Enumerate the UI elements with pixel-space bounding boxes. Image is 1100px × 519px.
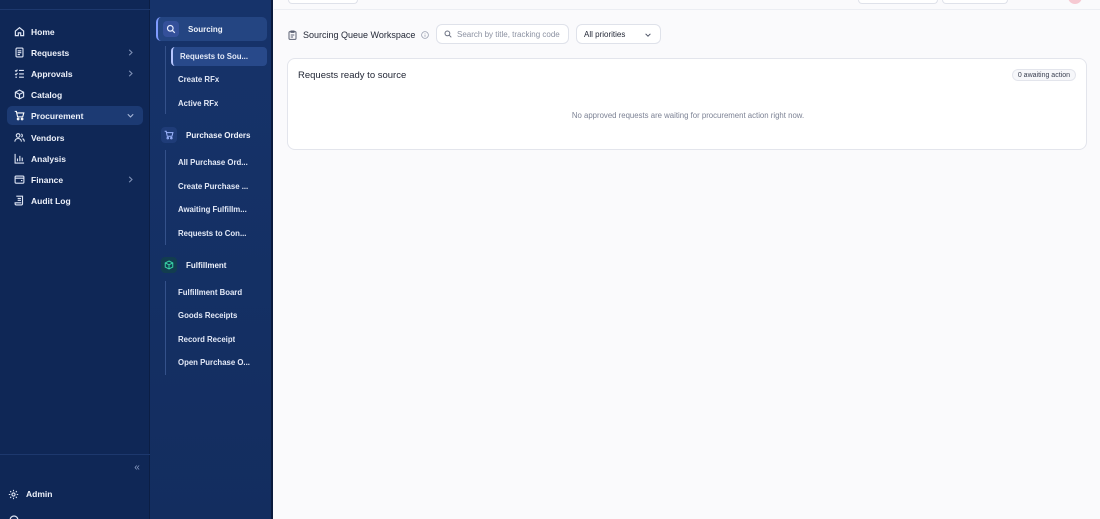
avatar[interactable] bbox=[1068, 0, 1082, 4]
package-icon bbox=[161, 257, 177, 273]
status-badge: 0 awaiting action bbox=[1011, 69, 1076, 81]
top-bar-divider bbox=[274, 9, 1100, 10]
section-purchase-orders[interactable]: Purchase Orders bbox=[156, 123, 267, 147]
sidebar-item-label: Finance bbox=[31, 174, 64, 185]
sourcing-rail bbox=[165, 46, 166, 114]
chevron-right-icon bbox=[128, 176, 133, 183]
sidebar-bottom-divider bbox=[0, 454, 150, 455]
sub-item-label: All Purchase Ord... bbox=[178, 158, 248, 167]
chevron-down-icon bbox=[645, 33, 651, 37]
section-fulfillment[interactable]: Fulfillment bbox=[156, 253, 267, 277]
card-title: Requests ready to source bbox=[298, 70, 407, 81]
sidebar-item-finance[interactable]: Finance bbox=[7, 170, 143, 189]
sidebar-item-approvals[interactable]: Approvals bbox=[7, 64, 143, 83]
sub-item-awaiting-fulfillment[interactable]: Awaiting Fulfillm... bbox=[171, 200, 267, 219]
sub-item-create-rfx[interactable]: Create RFx bbox=[171, 70, 267, 89]
search-input[interactable] bbox=[457, 29, 567, 39]
scroll-icon bbox=[13, 195, 25, 207]
sub-item-record-receipt[interactable]: Record Receipt bbox=[171, 330, 267, 349]
workspace-title: Sourcing Queue Workspace bbox=[288, 28, 430, 41]
sidebar-item-procurement[interactable]: Procurement bbox=[7, 106, 143, 125]
sub-item-open-purchase-orders[interactable]: Open Purchase O... bbox=[171, 353, 267, 372]
sub-item-active-rfx[interactable]: Active RFx bbox=[171, 94, 267, 113]
sidebar-item-catalog[interactable]: Catalog bbox=[7, 85, 143, 104]
sub-item-label: Active RFx bbox=[178, 99, 219, 108]
primary-sidebar: Home Requests Approvals Catalog Procurem… bbox=[0, 0, 150, 519]
top-bar-button-right-2[interactable] bbox=[942, 0, 1008, 4]
requests-ready-card: Requests ready to source 0 awaiting acti… bbox=[287, 58, 1087, 150]
sub-item-label: Awaiting Fulfillm... bbox=[178, 205, 247, 214]
collapse-sidebar-icon[interactable]: « bbox=[130, 461, 144, 475]
wallet-icon bbox=[13, 174, 25, 186]
sidebar-item-label: Audit Log bbox=[31, 195, 71, 206]
sidebar-item-label: Vendors bbox=[31, 132, 65, 143]
sidebar-item-admin[interactable]: Admin bbox=[8, 486, 52, 502]
sidebar-item-analysis[interactable]: Analysis bbox=[7, 149, 143, 168]
priority-select[interactable]: All priorities bbox=[576, 24, 661, 44]
section-label: Sourcing bbox=[188, 24, 223, 34]
priority-select-value: All priorities bbox=[584, 29, 626, 39]
cart-icon bbox=[13, 110, 25, 122]
purchase-orders-rail bbox=[165, 150, 166, 245]
empty-state-message: No approved requests are waiting for pro… bbox=[571, 111, 805, 120]
sub-item-label: Requests to Sou... bbox=[180, 52, 249, 61]
top-bar-button-right-1[interactable] bbox=[858, 0, 938, 4]
sub-item-all-purchase-orders[interactable]: All Purchase Ord... bbox=[171, 153, 267, 172]
sub-item-fulfillment-board[interactable]: Fulfillment Board bbox=[171, 283, 267, 302]
sidebar-item-audit-log[interactable]: Audit Log bbox=[7, 191, 143, 210]
chevron-right-icon bbox=[128, 49, 133, 56]
checklist-icon bbox=[13, 68, 25, 80]
search-field[interactable] bbox=[436, 24, 569, 44]
top-bar-button-left[interactable] bbox=[288, 0, 358, 4]
sidebar-top-divider bbox=[0, 9, 150, 10]
sidebar-item-vendors[interactable]: Vendors bbox=[7, 128, 143, 147]
document-icon bbox=[13, 47, 25, 59]
sub-item-requests-to-source[interactable]: Requests to Sou... bbox=[171, 47, 267, 66]
search-icon bbox=[444, 30, 452, 38]
sub-item-requests-to-convert[interactable]: Requests to Con... bbox=[171, 224, 267, 243]
sub-item-label: Open Purchase O... bbox=[178, 358, 250, 367]
sub-item-label: Goods Receipts bbox=[178, 311, 238, 320]
box-icon bbox=[13, 89, 25, 101]
section-label: Purchase Orders bbox=[186, 130, 251, 140]
sidebar-item-label: Home bbox=[31, 26, 55, 37]
chevron-right-icon bbox=[128, 70, 133, 77]
section-label: Fulfillment bbox=[186, 260, 227, 270]
chevron-down-icon bbox=[127, 113, 134, 118]
sub-item-label: Create RFx bbox=[178, 75, 220, 84]
fulfillment-rail bbox=[165, 281, 166, 375]
sidebar-item-label: Requests bbox=[31, 47, 70, 58]
sub-item-create-purchase-order[interactable]: Create Purchase ... bbox=[171, 177, 267, 196]
sub-item-goods-receipts[interactable]: Goods Receipts bbox=[171, 306, 267, 325]
sidebar-item-home[interactable]: Home bbox=[7, 22, 143, 41]
sub-item-label: Record Receipt bbox=[178, 335, 236, 344]
info-icon[interactable] bbox=[421, 30, 430, 39]
sidebar-item-label: Analysis bbox=[31, 153, 66, 164]
clipboard-icon bbox=[288, 30, 297, 40]
workspace-title-label: Sourcing Queue Workspace bbox=[303, 29, 416, 40]
sidebar-item-label: Catalog bbox=[31, 89, 63, 100]
sub-item-label: Fulfillment Board bbox=[178, 288, 243, 297]
gear-icon bbox=[8, 489, 19, 500]
sidebar-item-requests[interactable]: Requests bbox=[7, 43, 143, 62]
bar-chart-icon bbox=[13, 153, 25, 165]
sidebar-item-label: Procurement bbox=[31, 110, 84, 121]
sub-item-label: Create Purchase ... bbox=[178, 182, 249, 191]
search-icon bbox=[163, 21, 179, 37]
users-icon bbox=[13, 132, 25, 144]
home-icon bbox=[13, 26, 25, 38]
sidebar-item-label: Approvals bbox=[31, 68, 73, 79]
settings-icon[interactable] bbox=[8, 513, 48, 519]
cart-icon bbox=[161, 127, 177, 143]
sub-item-label: Requests to Con... bbox=[178, 229, 247, 238]
sidebar-item-label: Admin bbox=[26, 489, 53, 499]
section-sourcing[interactable]: Sourcing bbox=[156, 17, 267, 41]
